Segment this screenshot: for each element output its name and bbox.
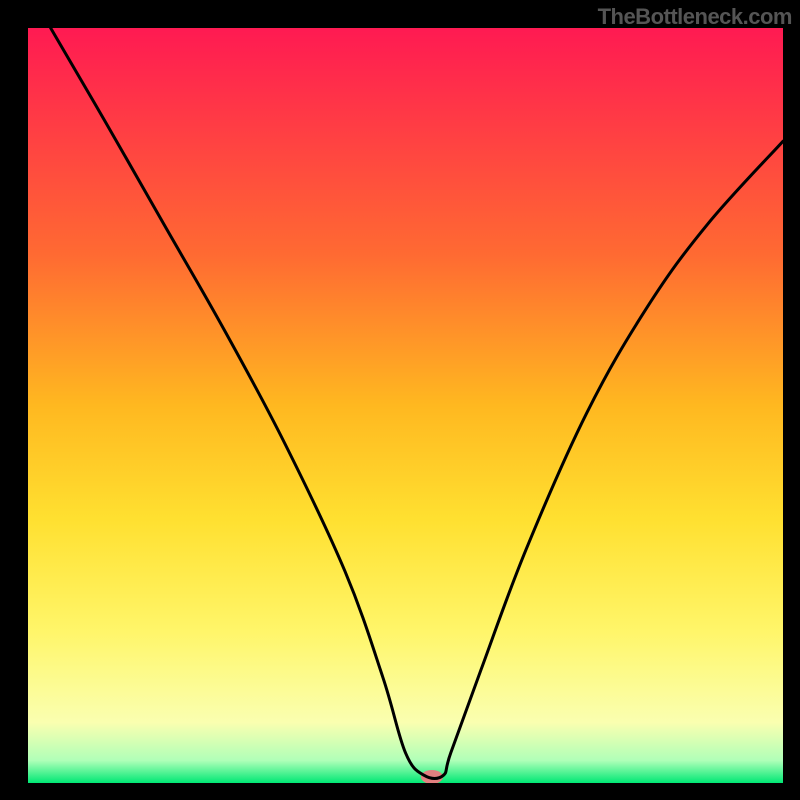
attribution-watermark: TheBottleneck.com xyxy=(598,4,792,30)
plot-area xyxy=(28,28,783,783)
chart-container: TheBottleneck.com xyxy=(0,0,800,800)
gradient-background xyxy=(28,28,783,783)
chart-svg xyxy=(28,28,783,783)
